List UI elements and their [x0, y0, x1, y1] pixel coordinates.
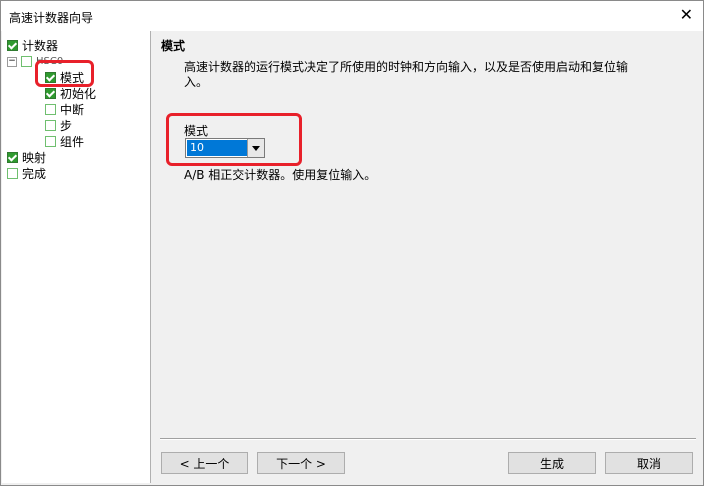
tree-item-mode[interactable]: 模式 [45, 70, 84, 85]
cancel-button[interactable]: 取消 [605, 452, 693, 474]
tree-item-label: 组件 [60, 135, 85, 149]
collapse-icon[interactable]: − [7, 56, 17, 67]
tree-item-label: 映射 [22, 151, 47, 165]
tree-item-label: 计数器 [22, 39, 59, 53]
wizard-tree: 计数器 − HSC0 模式 初始化 中断 步 组件 映射 完成 [2, 31, 151, 483]
checkbox-unchecked-icon [45, 136, 56, 147]
tree-item-step[interactable]: 步 [45, 118, 72, 133]
title-bar: 高速计数器向导 ✕ [1, 1, 703, 31]
generate-button[interactable]: 生成 [508, 452, 596, 474]
checkbox-checked-icon [7, 152, 18, 163]
tree-item-finish[interactable]: 完成 [7, 166, 46, 181]
mode-select-value: 10 [187, 140, 247, 156]
wizard-window: 高速计数器向导 ✕ 计数器 − HSC0 模式 初始化 中断 步 组件 映射 完… [0, 0, 704, 486]
mode-note: A/B 相正交计数器。使用复位输入。 [184, 168, 377, 182]
close-icon[interactable]: ✕ [680, 6, 693, 24]
page-title: 模式 [161, 39, 186, 53]
tree-item-components[interactable]: 组件 [45, 134, 84, 149]
tree-item-init[interactable]: 初始化 [45, 86, 96, 101]
window-title: 高速计数器向导 [9, 11, 94, 25]
prev-button[interactable]: < 上一个 [161, 452, 248, 474]
footer-divider [160, 438, 696, 440]
mode-description: 高速计数器的运行模式决定了所使用的时钟和方向输入，以及是否使用启动和复位输入。 [184, 60, 629, 89]
tree-item-label: 初始化 [60, 87, 97, 101]
checkbox-unchecked-icon [45, 120, 56, 131]
dropdown-arrow-icon[interactable] [247, 139, 264, 157]
checkbox-checked-icon [7, 40, 18, 51]
next-button[interactable]: 下一个 > [257, 452, 345, 474]
tree-item-interrupt[interactable]: 中断 [45, 102, 84, 117]
tree-item-label: 步 [60, 119, 73, 133]
checkbox-unchecked-icon [7, 168, 18, 179]
tree-item-counter[interactable]: 计数器 [7, 38, 58, 53]
mode-select[interactable]: 10 [185, 138, 265, 158]
checkbox-checked-icon [45, 72, 56, 83]
tree-item-label: 模式 [60, 71, 85, 85]
tree-item-mapping[interactable]: 映射 [7, 150, 46, 165]
checkbox-checked-icon [45, 88, 56, 99]
tree-item-hsc0[interactable]: − HSC0 [7, 54, 63, 69]
tree-item-label: HSC0 [36, 56, 64, 67]
tree-item-label: 中断 [60, 103, 85, 117]
content-panel: 模式 高速计数器的运行模式决定了所使用的时钟和方向输入，以及是否使用启动和复位输… [151, 31, 703, 485]
checkbox-unchecked-icon [21, 56, 32, 67]
mode-field-label: 模式 [184, 124, 209, 138]
tree-item-label: 完成 [22, 167, 47, 181]
checkbox-unchecked-icon [45, 104, 56, 115]
